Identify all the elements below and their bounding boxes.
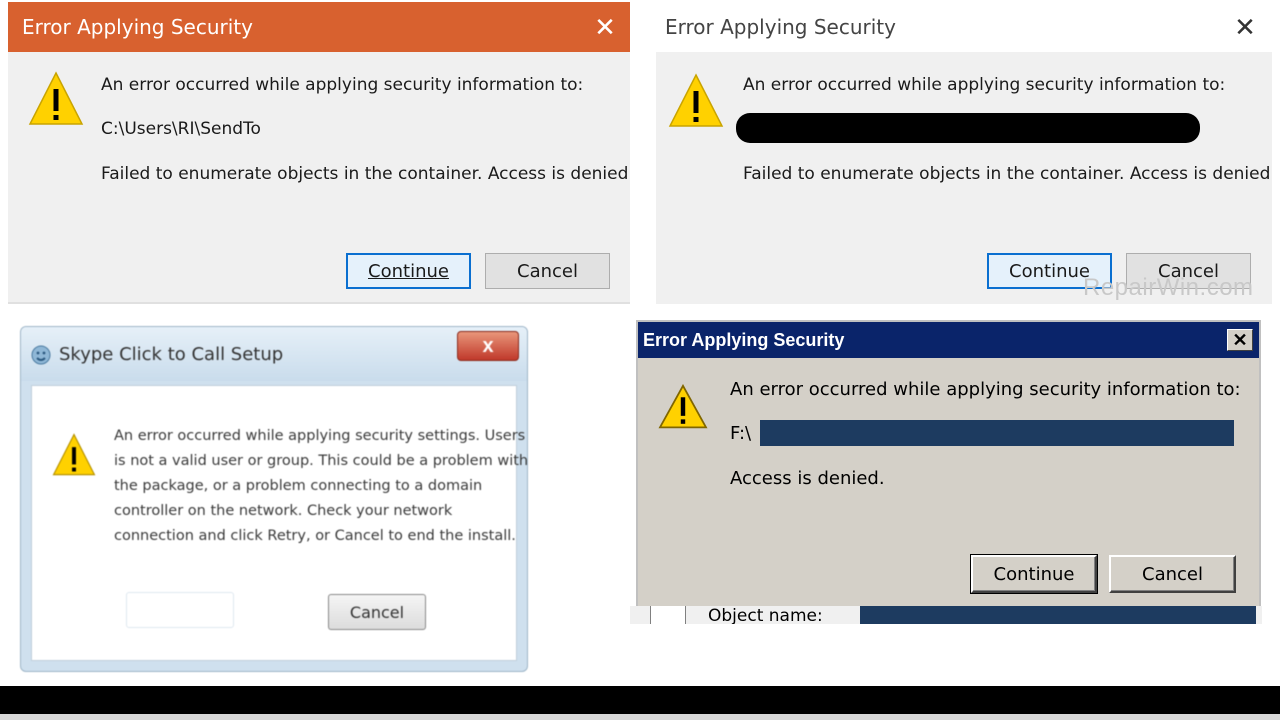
dialog-title: Error Applying Security [643,329,845,350]
cancel-button[interactable]: Cancel [328,594,426,630]
continue-button[interactable]: Continue [970,554,1098,594]
background-window-row: Object name: [630,606,1262,624]
title-bar[interactable]: Error Applying Security [638,322,1259,358]
retry-button[interactable] [126,592,234,628]
file-path: C:\Users\RI\SendTo [101,119,261,139]
dialog-error-applying-security-orange: Error Applying Security ✕ An error occur… [8,2,630,304]
close-icon[interactable]: ✕ [1230,12,1260,42]
bottom-strip [0,714,1280,720]
close-icon[interactable]: ✕ [1227,329,1253,351]
error-message-line: controller on the network. Check your ne… [114,503,453,519]
error-detail: Failed to enumerate objects in the conta… [743,164,1272,184]
continue-label: Continue [368,260,449,282]
title-bar[interactable]: Error Applying Security [8,2,630,52]
table-cell [650,606,686,624]
watermark: RepairWin.com [1083,274,1254,301]
skype-icon [31,345,51,365]
error-message-line: An error occurred while applying securit… [114,428,526,444]
redacted-path [736,113,1200,143]
error-message-line: the package, or a problem connecting to … [114,478,483,494]
title-bar[interactable]: Error Applying Security [656,2,1272,52]
bottom-band [0,686,1280,720]
error-message: An error occurred while applying securit… [730,379,1241,400]
redacted-path [760,420,1234,446]
redacted-object-name [860,606,1256,624]
dialog-title: Error Applying Security [665,15,896,39]
close-icon[interactable]: x [457,331,519,361]
error-detail: Access is denied. [730,468,885,489]
file-path: F:\ [730,423,752,444]
title-bar[interactable]: Skype Click to Call Setup [21,327,527,381]
error-message: An error occurred while applying securit… [743,75,1226,95]
error-detail: Failed to enumerate objects in the conta… [101,164,630,184]
dialog-error-applying-security-classic: Error Applying Security ✕ An error occur… [636,320,1261,610]
warning-icon [668,73,724,127]
dialog-body: An error occurred while applying securit… [31,385,527,661]
error-message-line: connection and click Retry, or Cancel to… [114,528,516,544]
cancel-button[interactable]: Cancel [1109,555,1236,593]
continue-button[interactable]: Continue [346,253,471,289]
object-name-label: Object name: [708,606,823,624]
warning-icon [28,71,84,125]
warning-icon [658,384,708,429]
close-icon[interactable]: ✕ [590,12,620,42]
dialog-title: Skype Click to Call Setup [59,343,284,365]
error-message: An error occurred while applying securit… [101,75,584,95]
dialog-title: Error Applying Security [22,15,253,39]
error-message-line: is not a valid user or group. This could… [114,453,528,469]
cancel-button[interactable]: Cancel [485,253,610,289]
dialog-error-applying-security-white: Error Applying Security ✕ An error occur… [656,2,1272,304]
dialog-skype-click-to-call-setup: Skype Click to Call Setup x An error occ… [20,326,528,672]
warning-icon [52,433,96,476]
